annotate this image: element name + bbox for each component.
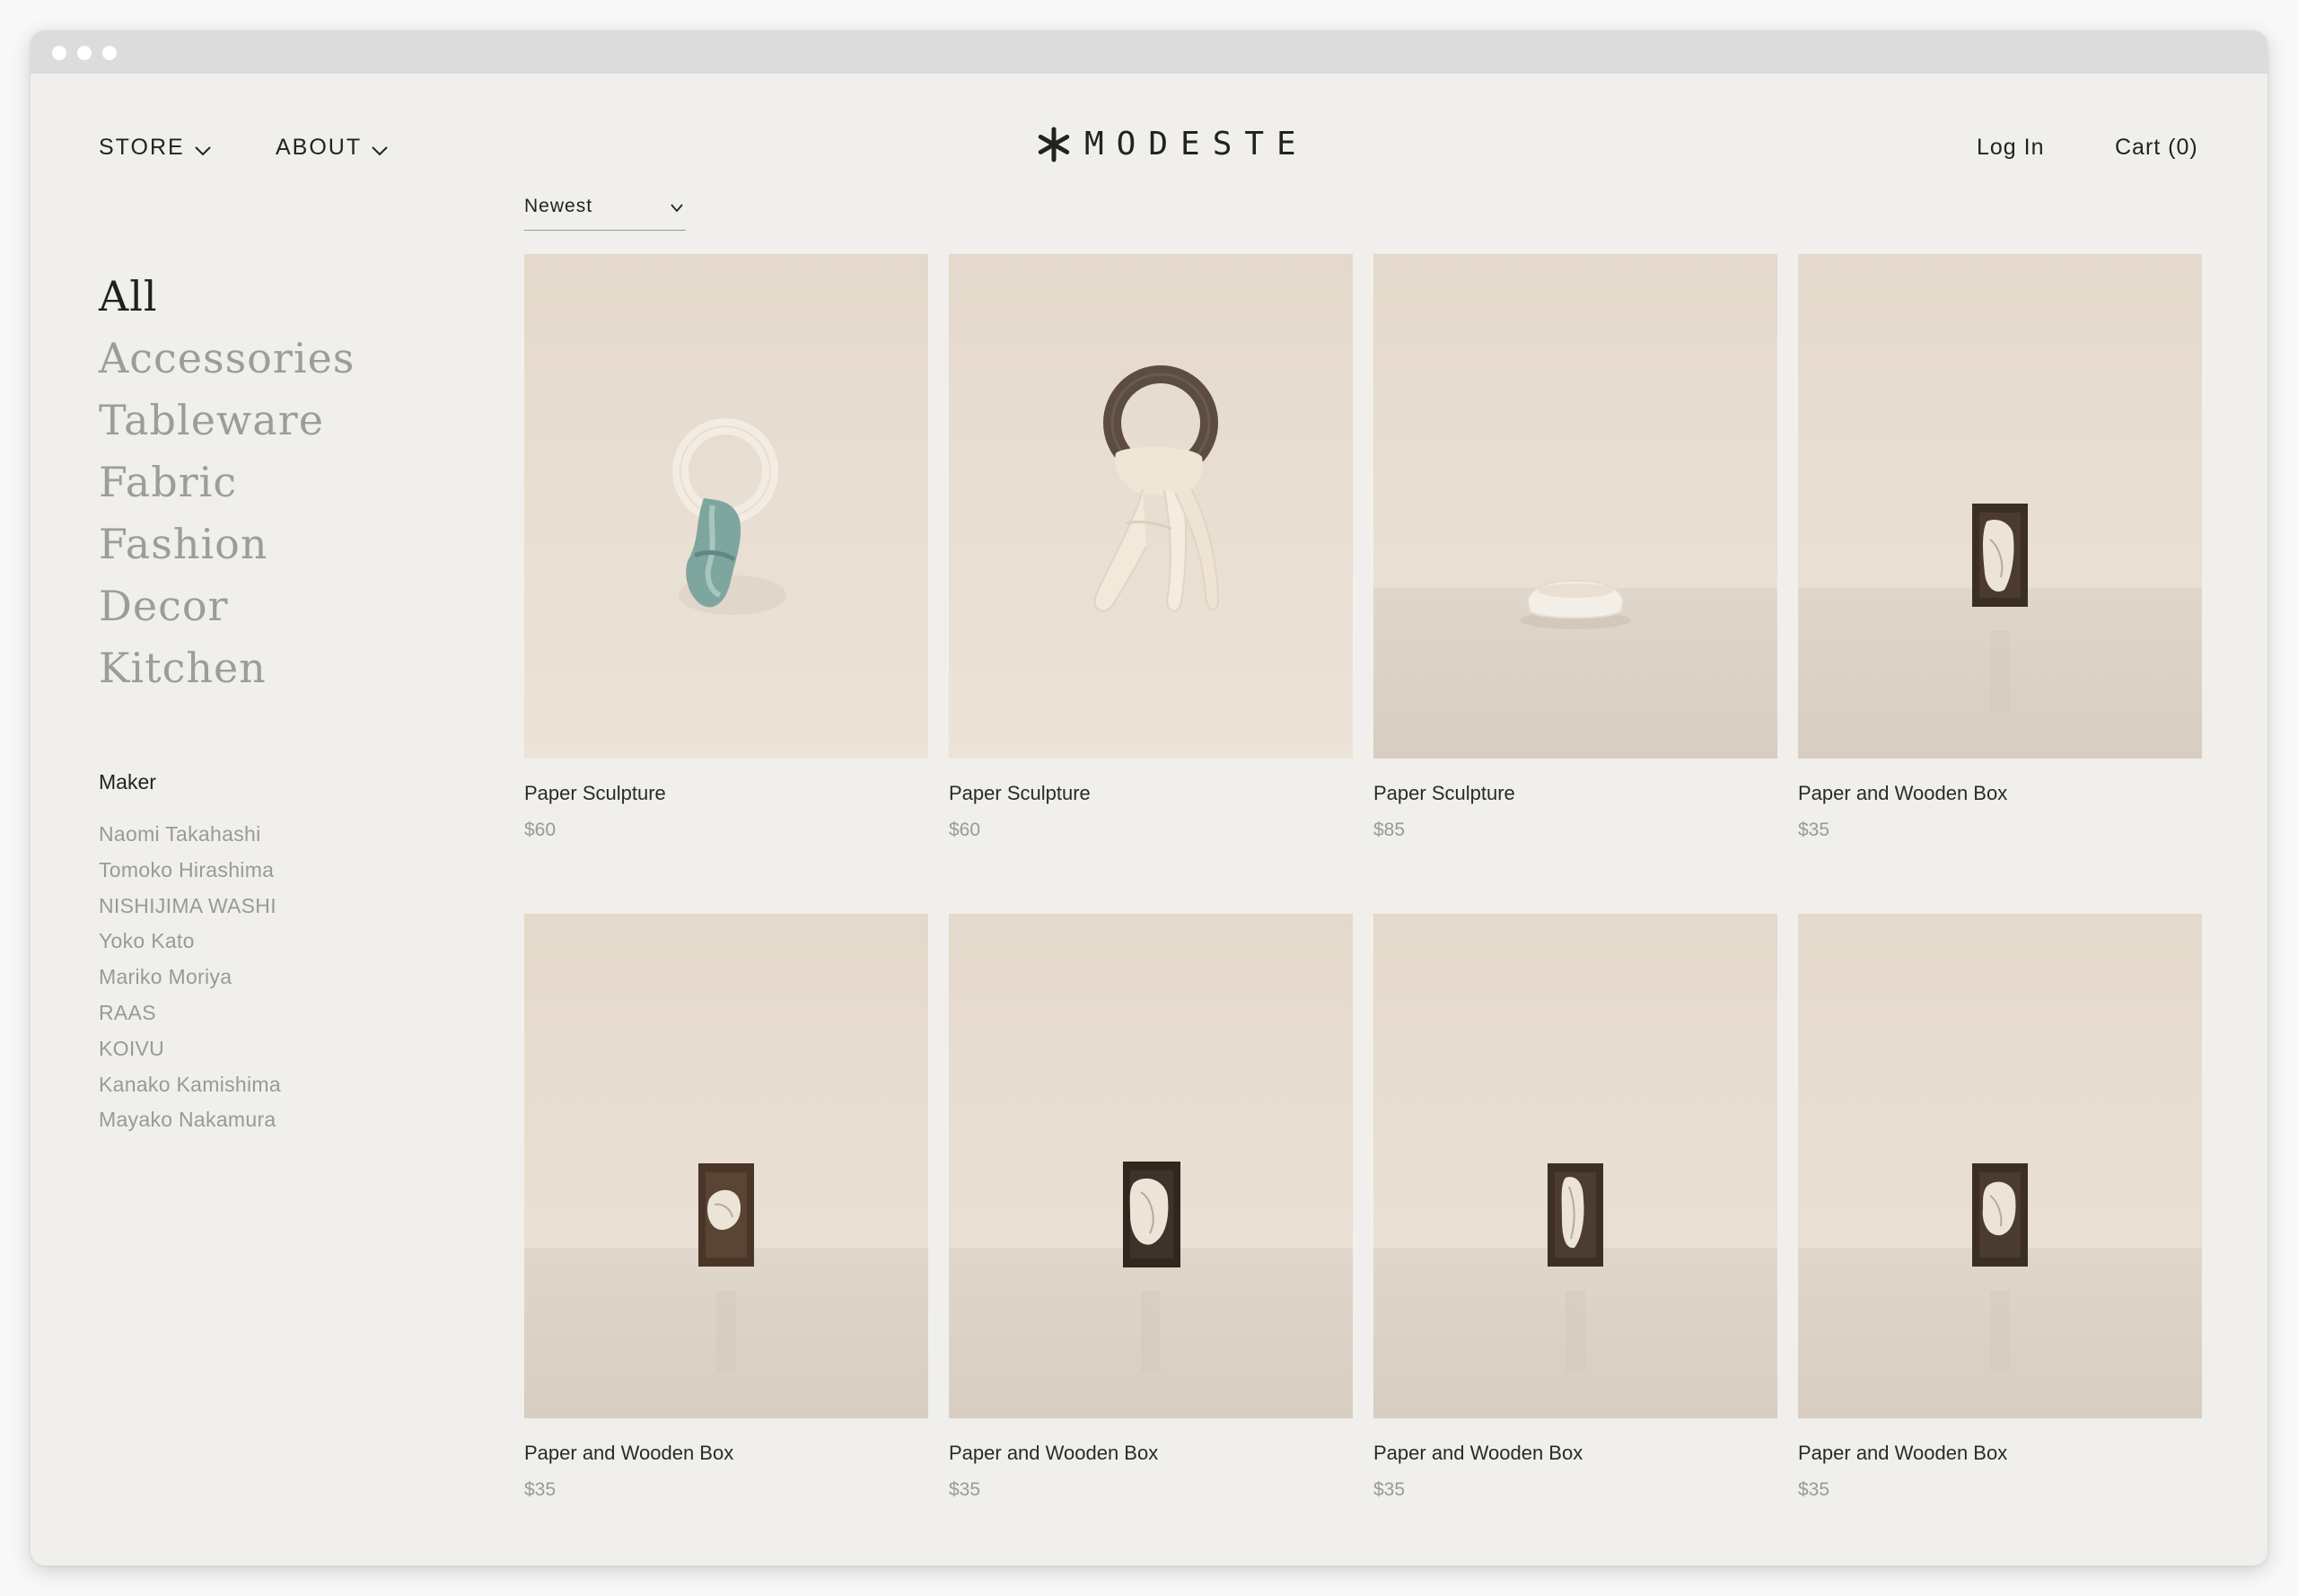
product-price: $35 [524,1479,557,1500]
wooden-box-image [1972,1163,2028,1372]
product-card[interactable]: Paper and Wooden Box $35 [1798,914,2202,1500]
product-card[interactable]: Paper and Wooden Box $35 [1798,254,2202,840]
maker-heading: Maker [99,770,156,794]
product-price: $35 [1798,1479,1830,1500]
cart-link[interactable]: Cart (0) [2115,135,2198,161]
product-image[interactable] [949,914,1353,1418]
chevron-down-icon [194,145,211,155]
window-titlebar [31,31,2267,74]
product-title[interactable]: Paper and Wooden Box [1798,1442,2007,1465]
category-list: All Accessories Tableware Fabric Fashion… [99,266,355,699]
maker-item[interactable]: Yoko Kato [99,924,281,960]
nav-store-label: STORE [99,135,185,160]
paper-bowl-sculpture-image [1520,579,1631,629]
product-image[interactable] [1798,914,2202,1418]
wooden-box-image [1972,504,2028,712]
product-card[interactable]: Paper Sculpture $85 [1373,254,1777,840]
maker-item[interactable]: Naomi Takahashi [99,817,281,853]
category-accessories[interactable]: Accessories [99,328,355,390]
maker-item[interactable]: Mayako Nakamura [99,1102,281,1138]
product-price: $35 [1373,1479,1406,1500]
product-price: $85 [1373,820,1406,840]
product-card[interactable]: Paper and Wooden Box $35 [524,914,928,1500]
category-tableware[interactable]: Tableware [99,390,355,452]
login-link[interactable]: Log In [1977,135,2045,161]
paper-ring-sculpture-image [1093,365,1220,612]
wooden-box-image [1123,1162,1180,1372]
wooden-box-image [698,1163,754,1372]
product-title[interactable]: Paper Sculpture [949,782,1091,805]
nav-about-menu[interactable]: ABOUT [276,135,389,161]
product-card[interactable]: Paper and Wooden Box $35 [1373,914,1777,1500]
maker-list: Naomi Takahashi Tomoko Hirashima NISHIJI… [99,817,281,1138]
sort-selected-value: Newest [524,196,593,216]
paper-ring-sculpture-image [672,418,786,615]
logo-text: MODESTE [1084,126,1309,162]
product-image[interactable] [1798,254,2202,759]
nav-about-label: ABOUT [276,135,363,160]
product-card[interactable]: Paper and Wooden Box $35 [949,914,1353,1500]
asterisk-logo-icon [1038,127,1070,162]
category-all[interactable]: All [99,266,355,328]
product-grid: Paper Sculpture $60 Paper Sculpture $60 [524,254,2202,1500]
product-price: $60 [524,820,557,840]
product-price: $35 [1798,820,1830,840]
product-title[interactable]: Paper and Wooden Box [1798,782,2007,805]
window-close-dot[interactable] [52,46,66,60]
chevron-down-icon [671,204,683,213]
category-fabric[interactable]: Fabric [99,452,355,513]
maker-item[interactable]: Tomoko Hirashima [99,853,281,889]
product-price: $35 [949,1479,981,1500]
product-title[interactable]: Paper Sculpture [524,782,666,805]
product-title[interactable]: Paper and Wooden Box [1373,1442,1583,1465]
maker-item[interactable]: Kanako Kamishima [99,1067,281,1103]
wooden-box-image [1548,1163,1603,1372]
product-title[interactable]: Paper and Wooden Box [949,1442,1158,1465]
window-minimize-dot[interactable] [77,46,92,60]
maker-item[interactable]: NISHIJIMA WASHI [99,889,281,925]
product-image[interactable] [1373,914,1777,1418]
category-kitchen[interactable]: Kitchen [99,637,355,699]
product-card[interactable]: Paper Sculpture $60 [524,254,928,840]
product-price: $60 [949,820,981,840]
sort-dropdown[interactable]: Newest [524,196,686,231]
product-title[interactable]: Paper and Wooden Box [524,1442,733,1465]
nav-store-menu[interactable]: STORE [99,135,212,161]
product-card[interactable]: Paper Sculpture $60 [949,254,1353,840]
product-title[interactable]: Paper Sculpture [1373,782,1515,805]
product-image[interactable] [524,914,928,1418]
product-image[interactable] [949,254,1353,759]
chevron-down-icon [372,145,388,155]
product-image[interactable] [524,254,928,759]
maker-item[interactable]: KOIVU [99,1031,281,1067]
category-decor[interactable]: Decor [99,575,355,637]
window-maximize-dot[interactable] [102,46,117,60]
maker-item[interactable]: Mariko Moriya [99,960,281,995]
product-image[interactable] [1373,254,1777,759]
browser-window: STORE ABOUT MODESTE Log In Cart (0) Newe… [31,31,2267,1565]
category-fashion[interactable]: Fashion [99,513,355,575]
site-logo[interactable]: MODESTE [1036,126,1309,162]
maker-item[interactable]: RAAS [99,995,281,1031]
